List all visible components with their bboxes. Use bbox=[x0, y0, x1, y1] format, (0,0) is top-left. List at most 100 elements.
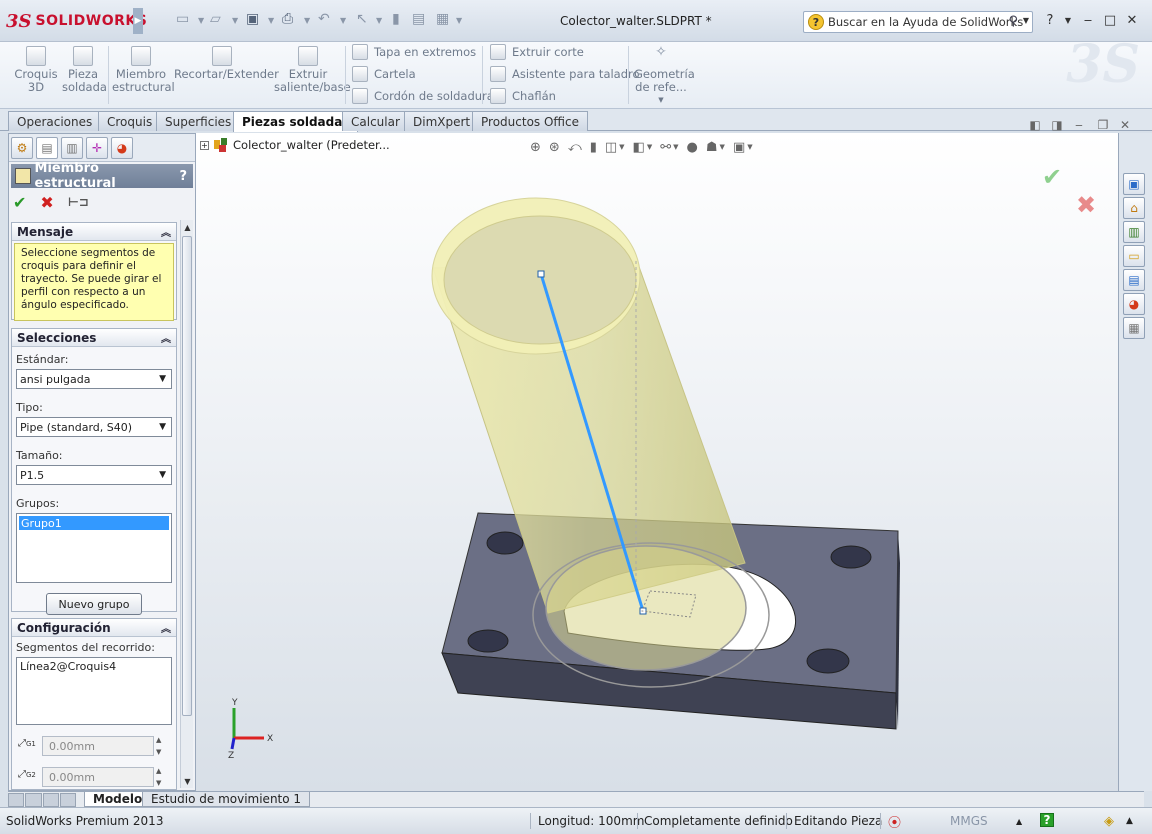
type-select[interactable]: Pipe (standard, S40) ▼ bbox=[16, 417, 172, 437]
dimxpert-manager-icon[interactable]: ✛ bbox=[86, 136, 108, 159]
search-icon[interactable]: ⚲ bbox=[1008, 14, 1018, 29]
help-dropdown-icon[interactable]: ▼ bbox=[1060, 12, 1076, 28]
options-dropdown-icon[interactable]: ▼ bbox=[456, 16, 462, 36]
status-tag-icon[interactable]: ◈ bbox=[1104, 813, 1114, 829]
save-dropdown-icon[interactable]: ▼ bbox=[268, 16, 274, 36]
extrude-cut-button[interactable]: Extruir corte bbox=[490, 42, 584, 62]
property-manager-icon[interactable]: ▤ bbox=[36, 136, 58, 159]
structural-member-button[interactable]: Miembro estructural bbox=[112, 46, 175, 94]
select-icon[interactable]: ↖ bbox=[356, 11, 368, 31]
new-dropdown-icon[interactable]: ▼ bbox=[198, 16, 204, 36]
tab-dimxpert[interactable]: DimXpert bbox=[404, 111, 480, 131]
chamfer-button[interactable]: Chaflán bbox=[490, 86, 556, 106]
message-group-header[interactable]: Mensaje ︽ bbox=[12, 223, 176, 241]
groups-list[interactable]: Grupo1 bbox=[16, 513, 172, 583]
undo-dropdown-icon[interactable]: ▼ bbox=[340, 16, 346, 36]
ok-check-icon[interactable]: ✔ bbox=[13, 193, 26, 212]
open-icon[interactable]: ▱ bbox=[210, 11, 221, 31]
viewport-close-icon[interactable]: ✕ bbox=[1118, 118, 1132, 132]
configuration-group-header[interactable]: Configuración ︽ bbox=[12, 619, 176, 637]
menu-expand-icon[interactable]: ▶ bbox=[133, 8, 143, 34]
trim-extend-button[interactable]: Recortar/Extender bbox=[174, 46, 279, 81]
list-item-grupo1[interactable]: Grupo1 bbox=[19, 516, 169, 530]
collapse-chevron-icon[interactable]: ︽ bbox=[161, 330, 171, 345]
search-dropdown-icon[interactable]: ▼ bbox=[1023, 16, 1029, 25]
scroll-thumb[interactable] bbox=[182, 236, 192, 716]
quick-tips-help-icon[interactable]: ? bbox=[1040, 813, 1054, 827]
tab-croquis[interactable]: Croquis bbox=[98, 111, 162, 131]
rebuild-icon[interactable]: ▮ bbox=[392, 11, 400, 31]
maximize-icon[interactable]: □ bbox=[1102, 12, 1118, 28]
end-cap-button[interactable]: Tapa en extremos bbox=[352, 42, 476, 62]
tab-productos-office[interactable]: Productos Office bbox=[472, 111, 588, 131]
hole-wizard-button[interactable]: Asistente para taladro bbox=[490, 64, 640, 84]
gap-g1-input[interactable]: 0.00mm bbox=[42, 736, 154, 756]
scroll-down-icon[interactable]: ▼ bbox=[181, 774, 194, 788]
home-icon[interactable]: ⌂ bbox=[1123, 197, 1145, 219]
new-document-icon[interactable]: ▭ bbox=[176, 11, 189, 31]
tab-calcular[interactable]: Calcular bbox=[342, 111, 409, 131]
pushpin-icon[interactable]: ⊢⊐ bbox=[68, 195, 89, 209]
options-icon[interactable]: ▦ bbox=[436, 11, 449, 31]
tab-piezas-soldadas[interactable]: Piezas soldadas bbox=[233, 111, 359, 132]
viewport-minimize-icon[interactable]: ‒ bbox=[1072, 118, 1086, 132]
units-selector[interactable]: MMGS bbox=[950, 813, 988, 829]
view-tile-icon[interactable]: ◧ bbox=[1028, 118, 1042, 132]
rebuild-light-icon[interactable]: ⦿ bbox=[888, 813, 901, 831]
viewport-restore-icon[interactable]: ❐ bbox=[1096, 118, 1110, 132]
standard-select[interactable]: ansi pulgada ▼ bbox=[16, 369, 172, 389]
ds-watermark-logo: 3S bbox=[1066, 34, 1140, 95]
new-group-button[interactable]: Nuevo grupo bbox=[46, 593, 142, 615]
weld-bead-button[interactable]: Cordón de soldadura bbox=[352, 86, 494, 106]
gap-g2-input[interactable]: 0.00mm bbox=[42, 767, 154, 787]
path-segments-list[interactable]: Línea2@Croquis4 bbox=[16, 657, 172, 725]
tab-operaciones[interactable]: Operaciones bbox=[8, 111, 102, 131]
collapse-chevron-icon[interactable]: ︽ bbox=[161, 224, 171, 239]
pm-help-button[interactable]: ? bbox=[179, 169, 187, 184]
selections-group-header[interactable]: Selecciones ︽ bbox=[12, 329, 176, 347]
extrude-boss-button[interactable]: Extruir saliente/base bbox=[274, 46, 351, 94]
minimize-icon[interactable]: ‒ bbox=[1080, 12, 1096, 28]
units-dropdown-icon[interactable]: ▲ bbox=[1016, 813, 1022, 829]
view-palette-icon[interactable]: ▤ bbox=[1123, 269, 1145, 291]
tab-superficies[interactable]: Superficies bbox=[156, 111, 241, 131]
sketch-3d-button[interactable]: Croquis 3D bbox=[14, 46, 58, 94]
help-search-input[interactable]: ? Buscar en la Ayuda de SolidWorks ⚲ ▼ bbox=[803, 11, 1033, 33]
status-menu-icon[interactable]: ▲ bbox=[1126, 813, 1133, 829]
gap-g2-spinner[interactable]: ▲ ▼ bbox=[156, 767, 166, 787]
design-library-icon[interactable]: ▥ bbox=[1123, 221, 1145, 243]
feature-manager-icon[interactable]: ⚙ bbox=[11, 136, 33, 159]
size-select[interactable]: P1.5 ▼ bbox=[16, 465, 172, 485]
close-icon[interactable]: ✕ bbox=[1124, 12, 1140, 28]
file-properties-icon[interactable]: ▤ bbox=[412, 11, 425, 31]
collapse-chevron-icon[interactable]: ︽ bbox=[161, 620, 171, 635]
print-dropdown-icon[interactable]: ▼ bbox=[304, 16, 310, 36]
print-icon[interactable]: ⎙ bbox=[282, 11, 293, 31]
tab-navigation[interactable] bbox=[8, 793, 76, 807]
tab-motion-study[interactable]: Estudio de movimiento 1 bbox=[142, 792, 311, 807]
solidworks-resources-icon[interactable]: ▣ bbox=[1123, 173, 1145, 195]
file-explorer-icon[interactable]: ▭ bbox=[1123, 245, 1145, 267]
cancel-x-icon[interactable]: ✖ bbox=[40, 193, 53, 212]
list-item[interactable]: Línea2@Croquis4 bbox=[20, 660, 169, 673]
save-icon[interactable]: ▣ bbox=[246, 11, 259, 31]
gap-g1-spinner[interactable]: ▲ ▼ bbox=[156, 736, 166, 756]
appearances-icon[interactable]: ◕ bbox=[1123, 293, 1145, 315]
select-dropdown-icon[interactable]: ▼ bbox=[376, 16, 382, 36]
configuration-manager-icon[interactable]: ▥ bbox=[61, 136, 83, 159]
open-dropdown-icon[interactable]: ▼ bbox=[232, 16, 238, 36]
pm-scrollbar[interactable]: ▲ ▼ bbox=[180, 220, 193, 788]
gusset-button[interactable]: Cartela bbox=[352, 64, 416, 84]
solidworks-logo[interactable]: 3S SOLIDWORKS bbox=[6, 8, 147, 34]
help-icon[interactable]: ? bbox=[1042, 12, 1058, 28]
scroll-up-icon[interactable]: ▲ bbox=[181, 220, 194, 234]
custom-properties-icon[interactable]: ▦ bbox=[1123, 317, 1145, 339]
endpoint-handle[interactable] bbox=[537, 270, 545, 278]
reference-geometry-button[interactable]: ✧ Geometría de refe... ▼ bbox=[634, 45, 695, 107]
undo-icon[interactable]: ↶ bbox=[318, 11, 330, 31]
weldment-button[interactable]: Pieza soldada bbox=[62, 46, 107, 94]
model-view[interactable]: Y X Z bbox=[196, 133, 1118, 791]
graphics-area[interactable]: + Colector_walter (Predeter... ⊕ ⊛ ⤺ ▮ ◫… bbox=[196, 133, 1118, 791]
view-split-icon[interactable]: ◨ bbox=[1050, 118, 1064, 132]
display-manager-icon[interactable]: ◕ bbox=[111, 136, 133, 159]
